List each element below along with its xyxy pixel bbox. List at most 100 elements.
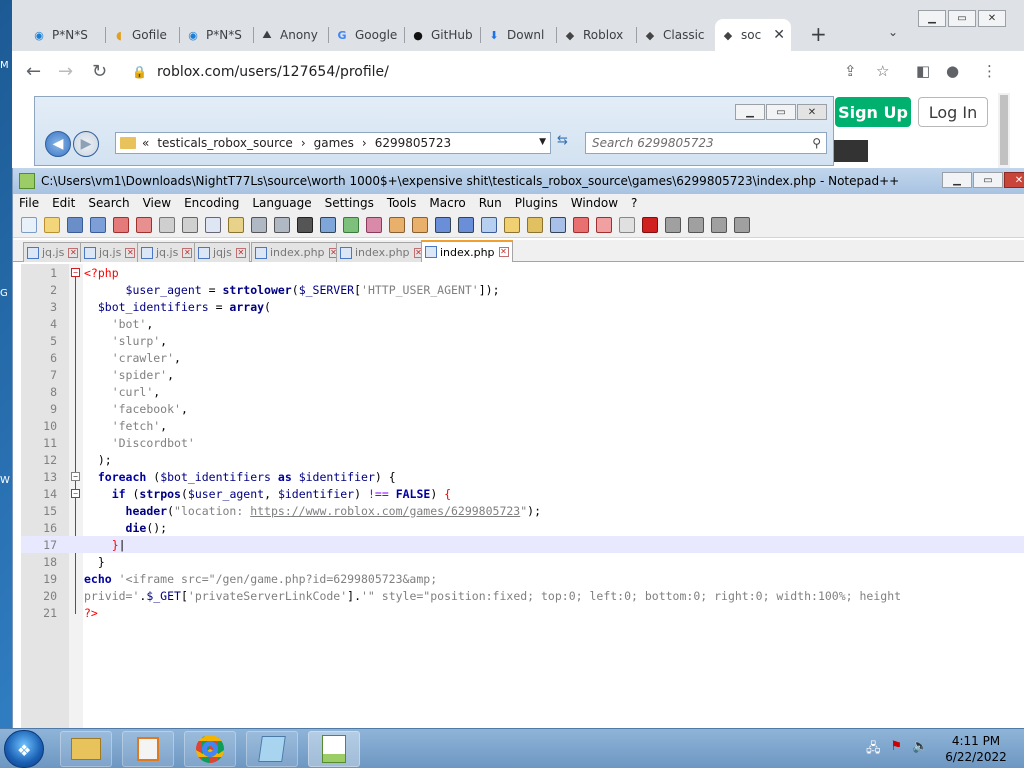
- minimize-icon[interactable]: ▁: [918, 10, 946, 27]
- close-icon[interactable]: ✕: [235, 247, 246, 258]
- breadcrumb-overflow[interactable]: «: [142, 136, 149, 150]
- side-panel-icon[interactable]: ◧: [916, 62, 930, 80]
- taskbar-notepadpp[interactable]: [308, 731, 360, 767]
- doc-tab-7-active[interactable]: index.php ✕: [421, 240, 513, 262]
- menu-encoding[interactable]: Encoding: [184, 196, 239, 210]
- close-icon[interactable]: ✕: [182, 247, 193, 258]
- function-list-icon[interactable]: [550, 216, 566, 233]
- action-center-flag-icon[interactable]: ⚑: [891, 739, 903, 761]
- maximize-icon[interactable]: ▭: [948, 10, 976, 27]
- close-icon[interactable]: ✕: [125, 247, 136, 258]
- code-editor[interactable]: 1− <?php 2 $user_agent = strtolower($_SER…: [21, 264, 1024, 728]
- browser-tab-3[interactable]: ◉ P*N*S: [180, 19, 254, 51]
- sync-h-icon[interactable]: [412, 216, 428, 233]
- monitoring-icon[interactable]: [596, 216, 612, 233]
- start-button[interactable]: ❖: [4, 730, 44, 768]
- breadcrumb-item[interactable]: games: [314, 136, 354, 150]
- zoom-out-icon[interactable]: [366, 216, 382, 233]
- menu-view[interactable]: View: [143, 196, 171, 210]
- page-scrollbar[interactable]: [998, 93, 1010, 168]
- menu-window[interactable]: Window: [571, 196, 618, 210]
- doc-tab-2[interactable]: jq.js ✕: [80, 242, 140, 262]
- tab-search-chevron-icon[interactable]: ⌄: [888, 25, 898, 39]
- replace-icon[interactable]: [320, 216, 336, 233]
- bookmark-star-icon[interactable]: ☆: [876, 62, 889, 80]
- explorer-address-bar[interactable]: « testicals_robox_source › games › 62998…: [115, 132, 551, 154]
- login-button[interactable]: Log In: [918, 97, 988, 127]
- doc-tab-6[interactable]: index.php ✕: [336, 242, 428, 262]
- sync-v-icon[interactable]: [389, 216, 405, 233]
- doc-tab-4[interactable]: jqjs ✕: [194, 242, 250, 262]
- taskbar-explorer[interactable]: [60, 731, 112, 767]
- menu-macro[interactable]: Macro: [429, 196, 465, 210]
- menu-settings[interactable]: Settings: [325, 196, 374, 210]
- menu-tools[interactable]: Tools: [387, 196, 417, 210]
- show-all-chars-icon[interactable]: [458, 216, 474, 233]
- save-icon[interactable]: [67, 216, 83, 233]
- menu-plugins[interactable]: Plugins: [515, 196, 558, 210]
- network-icon[interactable]: 🖧: [866, 739, 881, 761]
- doc-map-icon[interactable]: [527, 216, 543, 233]
- browser-tab-10-active[interactable]: ◆ soc ✕: [715, 19, 791, 51]
- new-tab-icon[interactable]: +: [810, 22, 827, 46]
- breadcrumb-separator[interactable]: ›: [301, 136, 306, 150]
- menu-edit[interactable]: Edit: [52, 196, 75, 210]
- doc-tab-3[interactable]: jq.js ✕: [137, 242, 197, 262]
- word-wrap-icon[interactable]: [435, 216, 451, 233]
- address-bar[interactable]: 🔒 roblox.com/users/127654/profile/: [132, 58, 892, 86]
- menu-help[interactable]: ?: [631, 196, 637, 210]
- refresh-icon[interactable]: ⇆: [557, 133, 577, 153]
- doc-tab-1[interactable]: jq.js ✕: [23, 242, 83, 262]
- browser-tab-8[interactable]: ◆ Roblox: [557, 19, 637, 51]
- close-icon[interactable]: ✕: [68, 247, 79, 258]
- zoom-in-icon[interactable]: [343, 216, 359, 233]
- close-icon[interactable]: ✕: [1004, 172, 1024, 188]
- breadcrumb-separator[interactable]: ›: [362, 136, 367, 150]
- volume-icon[interactable]: 🔈: [912, 739, 928, 761]
- explorer-search-input[interactable]: Search 6299805723 ⚲: [585, 132, 827, 154]
- close-icon[interactable]: ✕: [498, 247, 509, 257]
- open-file-icon[interactable]: [44, 216, 60, 233]
- eye-icon[interactable]: [619, 216, 635, 233]
- undo-icon[interactable]: [251, 216, 267, 233]
- forward-arrow-icon[interactable]: ▶: [73, 131, 99, 157]
- forward-arrow-icon[interactable]: →: [58, 61, 73, 82]
- copy-icon[interactable]: [205, 216, 221, 233]
- menu-run[interactable]: Run: [479, 196, 502, 210]
- close-file-icon[interactable]: [113, 216, 129, 233]
- fold-toggle-icon[interactable]: −: [71, 489, 80, 498]
- save-all-icon[interactable]: [90, 216, 106, 233]
- cut-icon[interactable]: [182, 216, 198, 233]
- close-icon[interactable]: ✕: [797, 104, 827, 120]
- save-macro-icon[interactable]: [734, 216, 750, 233]
- breadcrumb-item[interactable]: testicals_robox_source: [157, 136, 292, 150]
- new-file-icon[interactable]: [21, 216, 37, 233]
- doc-tab-5[interactable]: index.php ✕: [251, 242, 343, 262]
- back-arrow-icon[interactable]: ←: [26, 61, 41, 82]
- browser-tab-1[interactable]: ◉ P*N*S: [26, 19, 106, 51]
- minimize-icon[interactable]: ▁: [942, 172, 972, 188]
- browser-tab-4[interactable]: ⛰ Anony: [254, 19, 329, 51]
- play-macro-icon[interactable]: [688, 216, 704, 233]
- find-icon[interactable]: [297, 216, 313, 233]
- reload-icon[interactable]: ↻: [92, 61, 107, 82]
- breadcrumb-item[interactable]: 6299805723: [375, 136, 451, 150]
- taskbar-chrome[interactable]: [184, 731, 236, 767]
- profile-avatar-icon[interactable]: ●: [946, 62, 959, 80]
- taskbar-notepad[interactable]: [246, 731, 298, 767]
- kebab-menu-icon[interactable]: ⋮: [982, 62, 997, 80]
- menu-language[interactable]: Language: [252, 196, 311, 210]
- close-icon[interactable]: ✕: [978, 10, 1006, 27]
- share-icon[interactable]: ⇪: [844, 62, 857, 80]
- back-arrow-icon[interactable]: ◀: [45, 131, 71, 157]
- run-macro-multiple-icon[interactable]: [711, 216, 727, 233]
- taskbar-media-player[interactable]: [122, 731, 174, 767]
- folder-workspace-icon[interactable]: [573, 216, 589, 233]
- redo-icon[interactable]: [274, 216, 290, 233]
- indent-guide-icon[interactable]: [481, 216, 497, 233]
- print-icon[interactable]: [159, 216, 175, 233]
- close-tab-icon[interactable]: ✕: [765, 27, 785, 43]
- menu-search[interactable]: Search: [88, 196, 129, 210]
- maximize-icon[interactable]: ▭: [766, 104, 796, 120]
- record-macro-icon[interactable]: [642, 216, 658, 233]
